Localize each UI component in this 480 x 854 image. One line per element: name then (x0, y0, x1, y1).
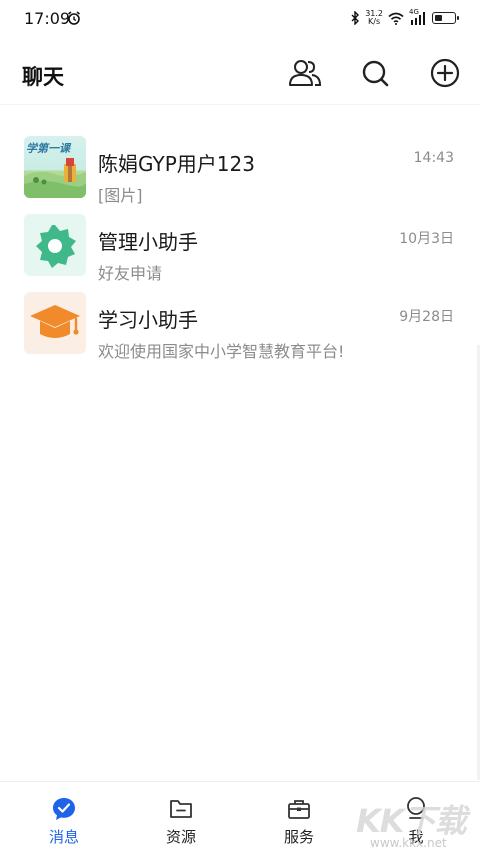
net-speed: 31.2 K/s (365, 10, 383, 26)
status-time: 17:09 (24, 9, 71, 28)
nav-messages[interactable]: 消息 (24, 796, 104, 848)
search-icon (362, 60, 389, 87)
add-button[interactable] (428, 56, 462, 90)
battery-icon (432, 12, 459, 24)
profile-icon (407, 797, 425, 819)
add-icon (430, 58, 460, 88)
avatar (24, 292, 86, 354)
conversation-name: 陈娟GYP用户123 (98, 152, 255, 176)
conversation-item[interactable]: 学习小助手 欢迎使用国家中小学智慧教育平台! 9月28日 (0, 292, 480, 370)
net-speed-unit: K/s (368, 17, 381, 26)
page-title: 聊天 (22, 65, 64, 89)
folder-icon (170, 800, 192, 818)
header-divider (0, 104, 480, 105)
conversation-name: 管理小助手 (98, 230, 198, 254)
contacts-icon (289, 60, 322, 86)
avatar-caption: 学第一课 (26, 142, 70, 155)
briefcase-icon (288, 800, 310, 819)
nav-label: 资源 (165, 828, 196, 846)
conversation-item[interactable]: 管理小助手 好友申请 10月3日 (0, 214, 480, 292)
conversation-time: 10月3日 (399, 231, 454, 247)
nav-resources[interactable]: 资源 (141, 796, 221, 848)
avatar (24, 214, 86, 276)
status-icons: 31.2 K/s 4G (350, 8, 459, 27)
bluetooth-icon (351, 11, 360, 25)
gear-icon (36, 225, 76, 268)
bottom-nav: 消息 资源 服务 我 (0, 781, 480, 854)
conversation-name: 学习小助手 (98, 308, 198, 332)
conversation-preview: 欢迎使用国家中小学智慧教育平台! (98, 342, 345, 361)
alarm-icon (68, 11, 80, 25)
nav-label: 我 (408, 828, 424, 846)
contacts-button[interactable] (288, 56, 322, 90)
message-icon (53, 798, 75, 820)
graduation-cap-icon (30, 305, 80, 338)
nav-services[interactable]: 服务 (259, 796, 339, 848)
nav-label: 消息 (48, 828, 79, 846)
signal-icon: 4G (409, 8, 427, 25)
conversation-preview: 好友申请 (98, 264, 163, 283)
avatar: 学第一课 (24, 136, 86, 198)
battery-level (435, 15, 442, 21)
nav-me[interactable]: 我 (376, 796, 456, 848)
header: 聊天 (0, 44, 480, 102)
nav-label: 服务 (283, 828, 314, 846)
conversation-time: 9月28日 (399, 309, 454, 325)
wifi-icon (388, 12, 404, 25)
status-bar: 17:09 31.2 K/s 4G (0, 0, 480, 36)
search-button[interactable] (358, 56, 392, 90)
conversation-time: 14:43 (413, 150, 454, 166)
conversation-preview: [图片] (98, 186, 143, 205)
conversation-item[interactable]: 学第一课 陈娟GYP用户123 [图片] 14:43 (0, 136, 480, 214)
